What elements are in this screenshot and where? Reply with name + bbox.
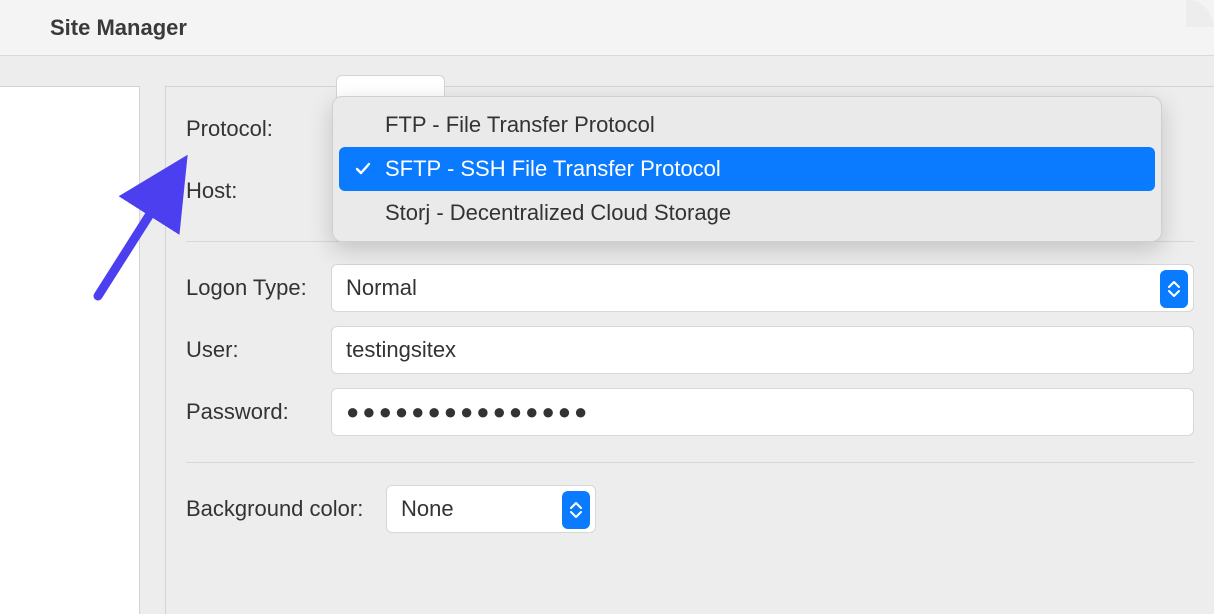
check-icon: [353, 203, 373, 223]
host-label: Host:: [186, 178, 331, 204]
password-input[interactable]: [331, 388, 1194, 436]
sites-sidebar[interactable]: [0, 86, 140, 614]
protocol-option-ftp[interactable]: FTP - File Transfer Protocol: [339, 103, 1155, 147]
section-divider-2: [186, 462, 1194, 463]
protocol-dropdown[interactable]: FTP - File Transfer Protocol SFTP - SSH …: [332, 96, 1162, 242]
user-label: User:: [186, 337, 331, 363]
protocol-option-storj[interactable]: Storj - Decentralized Cloud Storage: [339, 191, 1155, 235]
row-password: Password:: [186, 388, 1194, 436]
content-area: General Protocol: Host:: [0, 56, 1214, 614]
background-color-value: None: [401, 496, 454, 522]
stepper-icon: [562, 491, 590, 529]
row-logon-type: Logon Type: Normal: [186, 264, 1194, 312]
window-corner: [1186, 0, 1214, 27]
titlebar: Site Manager: [0, 0, 1214, 56]
check-icon: [353, 159, 373, 179]
protocol-label: Protocol:: [186, 116, 331, 142]
logon-type-value: Normal: [346, 275, 417, 301]
password-label: Password:: [186, 399, 331, 425]
check-icon: [353, 115, 373, 135]
protocol-option-label: SFTP - SSH File Transfer Protocol: [385, 156, 721, 182]
row-user: User:: [186, 326, 1194, 374]
row-background-color: Background color: None: [186, 485, 1194, 533]
site-manager-window: Site Manager General Protocol:: [0, 0, 1214, 614]
protocol-option-label: FTP - File Transfer Protocol: [385, 112, 655, 138]
protocol-option-sftp[interactable]: SFTP - SSH File Transfer Protocol: [339, 147, 1155, 191]
background-color-label: Background color:: [186, 496, 386, 522]
background-color-select[interactable]: None: [386, 485, 596, 533]
stepper-icon: [1160, 270, 1188, 308]
logon-type-label: Logon Type:: [186, 275, 331, 301]
user-input[interactable]: [331, 326, 1194, 374]
window-title: Site Manager: [50, 15, 187, 41]
logon-type-select[interactable]: Normal: [331, 264, 1194, 312]
protocol-option-label: Storj - Decentralized Cloud Storage: [385, 200, 731, 226]
